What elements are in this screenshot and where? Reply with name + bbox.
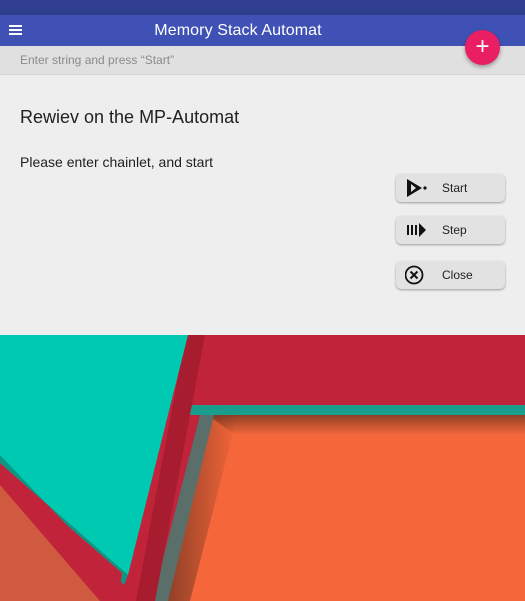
input-bar [0,46,525,75]
play-icon [407,179,427,197]
status-bar [0,0,525,15]
plus-icon: + [475,33,490,60]
step-button[interactable]: Step [396,216,505,244]
instruction-text: Please enter chainlet, and start [20,154,214,170]
close-button-label: Close [442,268,473,282]
background-artwork [0,335,525,601]
close-button[interactable]: Close [396,261,505,289]
chain-input[interactable] [20,50,450,70]
app-title: Memory Stack Automat [154,22,322,39]
app-window: Memory Stack Automat + Rewiev on the MP-… [0,0,525,601]
step-forward-icon [407,223,426,237]
step-button-label: Step [442,223,467,237]
main-content: Rewiev on the MP-Automat Please enter ch… [0,75,525,335]
page-title: Rewiev on the MP-Automat [20,107,240,127]
start-button[interactable]: Start [396,174,505,202]
app-bar: Memory Stack Automat [0,15,525,46]
start-button-label: Start [442,181,468,195]
close-circle-icon [405,265,424,285]
add-fab-button[interactable]: + [465,30,500,65]
